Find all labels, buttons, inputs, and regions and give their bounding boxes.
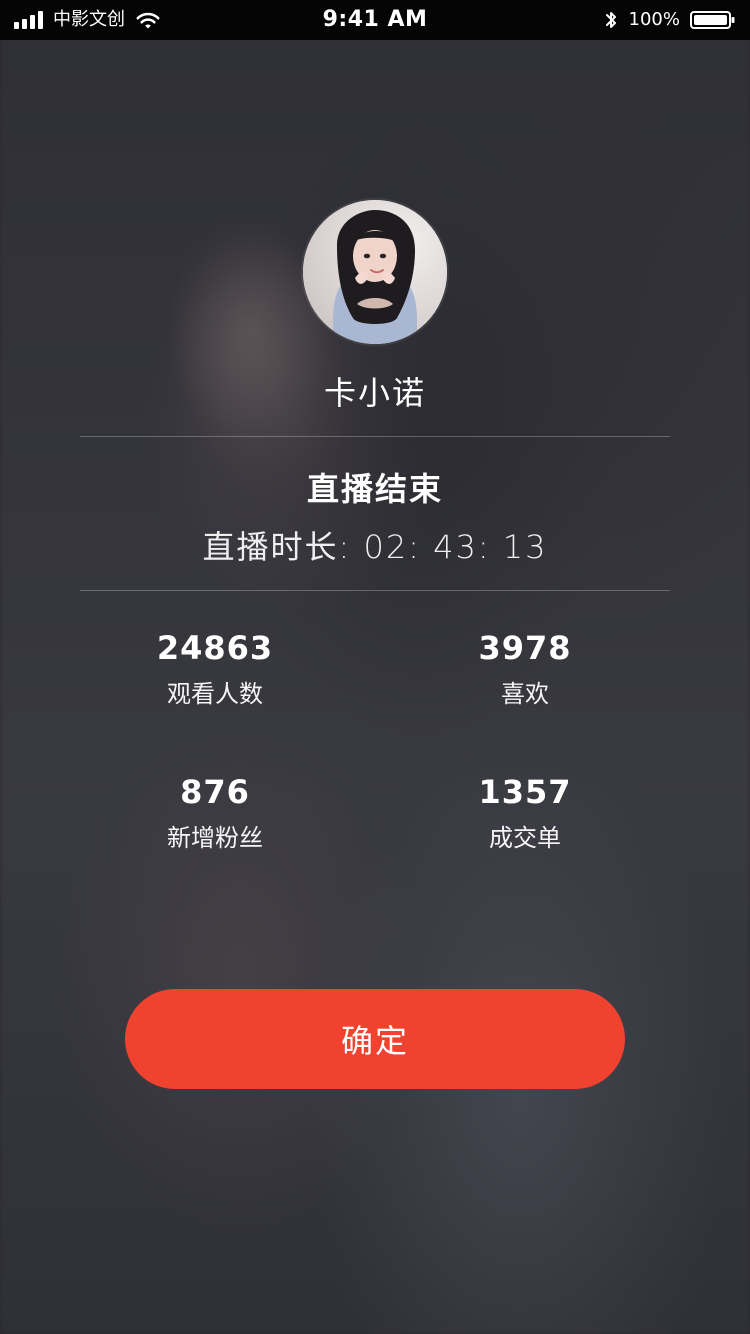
status-left: 中影文创: [14, 10, 323, 30]
wifi-icon: [135, 10, 161, 30]
stat-new-followers: 876 新增粉丝: [60, 776, 370, 850]
avatar: [303, 200, 447, 344]
duration-value: 02: 43: 13: [363, 528, 548, 566]
stats-grid: 24863 观看人数 3978 喜欢 876 新增粉丝 1357 成交单: [60, 632, 690, 872]
live-duration: 直播时长: 02: 43: 13: [0, 522, 750, 568]
stat-value: 876: [180, 773, 250, 811]
stat-value: 24863: [156, 629, 274, 667]
stat-viewers: 24863 观看人数: [60, 632, 370, 706]
bluetooth-icon: [603, 9, 619, 31]
live-ended-title: 直播结束: [306, 470, 443, 508]
carrier-name: 中影文创: [53, 9, 125, 30]
stat-value: 1357: [478, 773, 572, 811]
stat-orders: 1357 成交单: [370, 776, 680, 850]
divider-top: [80, 436, 670, 437]
live-summary-screen: 卡小诺 直播结束 直播时长: 02: 43: 13 24863 观看人数 397…: [0, 40, 750, 1334]
battery-percent: 100%: [628, 9, 680, 30]
stat-label: 喜欢: [501, 680, 549, 708]
divider-bottom: [80, 590, 670, 591]
status-right: 100%: [427, 9, 736, 31]
signal-icon: [14, 11, 43, 29]
status-bar: 中影文创 9:41 AM 100%: [0, 0, 750, 40]
battery-icon: [690, 9, 736, 31]
status-time: 9:41 AM: [322, 7, 428, 32]
stat-likes: 3978 喜欢: [370, 632, 680, 706]
streamer-name: 卡小诺: [323, 374, 426, 412]
duration-label: 直播时长:: [202, 528, 352, 566]
stat-value: 3978: [478, 629, 572, 667]
stat-label: 成交单: [489, 824, 561, 852]
confirm-button[interactable]: 确定: [125, 989, 625, 1089]
stat-label: 观看人数: [167, 680, 263, 708]
stat-label: 新增粉丝: [167, 824, 263, 852]
